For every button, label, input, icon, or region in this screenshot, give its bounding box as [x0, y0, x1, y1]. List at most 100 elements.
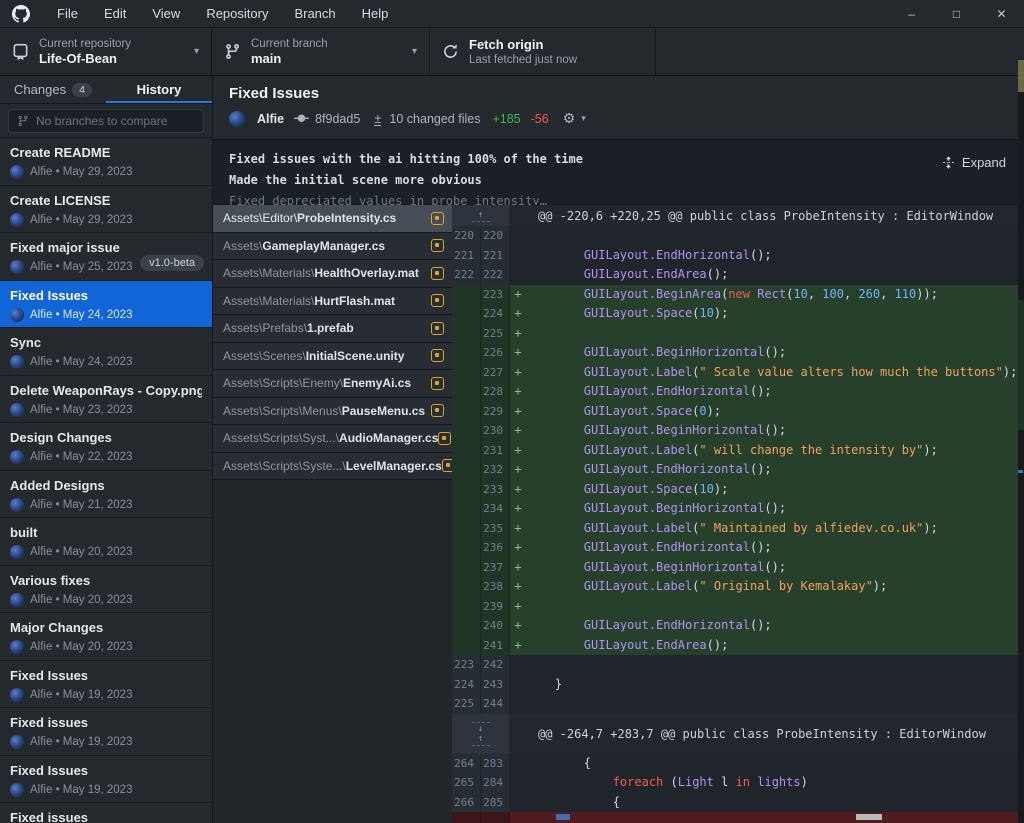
- menu-item-repository[interactable]: Repository: [193, 6, 281, 21]
- commit-list-item[interactable]: Delete WeaponRays - Copy.pngAlfie • May …: [0, 376, 212, 424]
- menu-item-view[interactable]: View: [139, 6, 193, 21]
- code-token: ();: [764, 345, 786, 359]
- commit-item-meta: Alfie • May 19, 2023: [10, 783, 202, 797]
- diff-line-marker: +: [510, 636, 526, 656]
- file-list-item[interactable]: Assets\Scripts\Enemy\EnemyAi.cs: [213, 370, 452, 398]
- diff-line: 224+ GUILayout.Space(10);: [452, 304, 1024, 324]
- file-list-item[interactable]: Assets\Scripts\Syst...\AudioManager.cs: [213, 425, 452, 453]
- background-window-fragment: [1018, 470, 1023, 473]
- new-line-number: 235: [481, 519, 510, 539]
- commit-author: Alfie: [257, 112, 284, 126]
- gear-caret-icon[interactable]: ▾: [581, 113, 586, 124]
- commit-item-meta: Alfie • May 20, 2023: [10, 593, 202, 607]
- code-token: [526, 756, 584, 770]
- commit-list-item[interactable]: Major ChangesAlfie • May 20, 2023: [0, 613, 212, 661]
- commit-list-item[interactable]: SyncAlfie • May 24, 2023: [0, 328, 212, 376]
- code-token: Light: [678, 775, 714, 789]
- diff-line-code: GUILayout.EndHorizontal();: [526, 538, 1024, 558]
- current-branch-button[interactable]: Current branch main ▾: [212, 28, 430, 75]
- diff-line-marker: +: [510, 577, 526, 597]
- menu-item-file[interactable]: File: [44, 6, 91, 21]
- commit-list-item[interactable]: Create READMEAlfie • May 29, 2023: [0, 138, 212, 186]
- commit-list-item[interactable]: Fixed major issueAlfie • May 25, 2023v1.…: [0, 233, 212, 281]
- tab-history[interactable]: History: [106, 76, 212, 103]
- code-token: ();: [750, 540, 772, 554]
- commit-list-item[interactable]: Various fixesAlfie • May 20, 2023: [0, 566, 212, 614]
- diff-line: 234+ GUILayout.BeginHorizontal();: [452, 499, 1024, 519]
- menu-item-help[interactable]: Help: [349, 6, 402, 21]
- commit-list-item[interactable]: Fixed IssuesAlfie • May 19, 2023: [0, 661, 212, 709]
- minimize-button[interactable]: –: [889, 0, 934, 28]
- commit-title: Fixed Issues: [229, 85, 1008, 102]
- menu-item-branch[interactable]: Branch: [281, 6, 348, 21]
- file-list-item[interactable]: Assets\Materials\HealthOverlay.mat: [213, 260, 452, 288]
- diff-line-code: [526, 597, 1024, 617]
- gear-icon[interactable]: ⚙: [563, 110, 576, 127]
- commit-list-item[interactable]: Fixed issues: [0, 803, 212, 823]
- commit-list-item[interactable]: Added DesignsAlfie • May 21, 2023: [0, 471, 212, 519]
- expand-up-icon[interactable]: ↑: [472, 210, 490, 222]
- commit-list-item[interactable]: Fixed issuesAlfie • May 19, 2023: [0, 708, 212, 756]
- code-token: [526, 501, 584, 515]
- tab-changes[interactable]: Changes 4: [0, 76, 106, 103]
- diff-line: 221221 GUILayout.EndHorizontal();: [452, 246, 1024, 266]
- old-line-number: [452, 519, 481, 539]
- commit-list-item[interactable]: Design ChangesAlfie • May 22, 2023: [0, 423, 212, 471]
- commit-list-item[interactable]: builtAlfie • May 20, 2023: [0, 518, 212, 566]
- file-path-prefix: Assets\Scripts\Syste...\: [223, 459, 346, 473]
- commit-list-item[interactable]: Fixed IssuesAlfie • May 19, 2023: [0, 756, 212, 804]
- hunk-expand-gutter[interactable]: ↑: [452, 205, 510, 226]
- file-list-item[interactable]: Assets\Scripts\Syste...\LevelManager.cs: [213, 453, 452, 481]
- diff-line-code: foreach (Light l in lights): [526, 773, 1024, 793]
- file-list-item[interactable]: Assets\Editor\ProbeIntensity.cs: [213, 205, 452, 233]
- diff-line-marker: +: [510, 597, 526, 617]
- commit-sha[interactable]: 8f9dad5: [315, 112, 360, 126]
- commit-list-item[interactable]: Fixed IssuesAlfie • May 24, 2023: [0, 281, 212, 329]
- hunk-expand-gutter[interactable]: ↓↑: [452, 714, 510, 754]
- commit-list-item[interactable]: Create LICENSEAlfie • May 29, 2023: [0, 186, 212, 234]
- menu-item-edit[interactable]: Edit: [91, 6, 139, 21]
- repository-dropdown-caret-icon: ▾: [194, 46, 199, 57]
- diff-line-code: [526, 226, 1024, 246]
- diff-line-code: GUILayout.BeginArea(new Rect(10, 100, 26…: [526, 285, 1024, 305]
- diff-line-code: GUILayout.Label(" Maintained by alfiedev…: [526, 519, 1024, 539]
- file-list-item[interactable]: Assets\Scenes\InitialScene.unity: [213, 343, 452, 371]
- fetch-origin-button[interactable]: Fetch origin Last fetched just now: [430, 28, 656, 75]
- diff-line-marker: +: [510, 480, 526, 500]
- close-button[interactable]: ✕: [979, 0, 1024, 28]
- current-repository-button[interactable]: Current repository Life-Of-Bean ▾: [0, 28, 212, 75]
- avatar: [10, 355, 24, 369]
- diff-line-marker: +: [510, 460, 526, 480]
- commit-item-meta: Alfie • May 19, 2023: [10, 735, 202, 749]
- old-line-number: [452, 343, 481, 363]
- deletions-count: -56: [531, 112, 549, 126]
- code-token: [526, 482, 584, 496]
- diff-line: 231+ GUILayout.Label(" will change the i…: [452, 441, 1024, 461]
- file-list-item[interactable]: Assets\GameplayManager.cs: [213, 233, 452, 261]
- commit-item-title: Fixed Issues: [10, 668, 202, 683]
- diff-line-code: GUILayout.BeginHorizontal();: [526, 499, 1024, 519]
- changed-files-count: 10 changed files: [389, 112, 480, 126]
- branch-compare-input[interactable]: No branches to compare: [8, 109, 204, 133]
- old-line-number: 225: [452, 694, 481, 714]
- commit-item-meta: Alfie • May 21, 2023: [10, 498, 202, 512]
- maximize-button[interactable]: □: [934, 0, 979, 28]
- diff-line-code: GUILayout.Label(" Scale value alters how…: [526, 363, 1024, 383]
- old-line-number: 220: [452, 226, 481, 246]
- commit-item-author-date: Alfie • May 23, 2023: [30, 404, 132, 416]
- file-list-item[interactable]: Assets\Scripts\Menus\PauseMenu.cs: [213, 398, 452, 426]
- hunk-header-text: @@ -220,6 +220,25 @@ public class ProbeI…: [510, 205, 1024, 226]
- avatar: [10, 545, 24, 559]
- diff-line: 232+ GUILayout.EndHorizontal();: [452, 460, 1024, 480]
- file-name: LevelManager.cs: [346, 459, 442, 473]
- file-list-item[interactable]: Assets\Prefabs\1.prefab: [213, 315, 452, 343]
- expand-up-icon[interactable]: ↑: [472, 734, 490, 746]
- expand-down-icon[interactable]: ↓: [472, 722, 490, 734]
- expand-button[interactable]: Expand: [942, 152, 1006, 173]
- diff-line-code: GUILayout.EndHorizontal();: [526, 382, 1024, 402]
- diff-line: 265284 foreach (Light l in lights): [452, 773, 1024, 793]
- code-token: GUILayout.BeginHorizontal: [584, 560, 765, 574]
- diff-line-code: GUILayout.EndArea();: [526, 265, 1024, 285]
- new-line-number: 229: [481, 402, 510, 422]
- file-list-item[interactable]: Assets\Materials\HurtFlash.mat: [213, 288, 452, 316]
